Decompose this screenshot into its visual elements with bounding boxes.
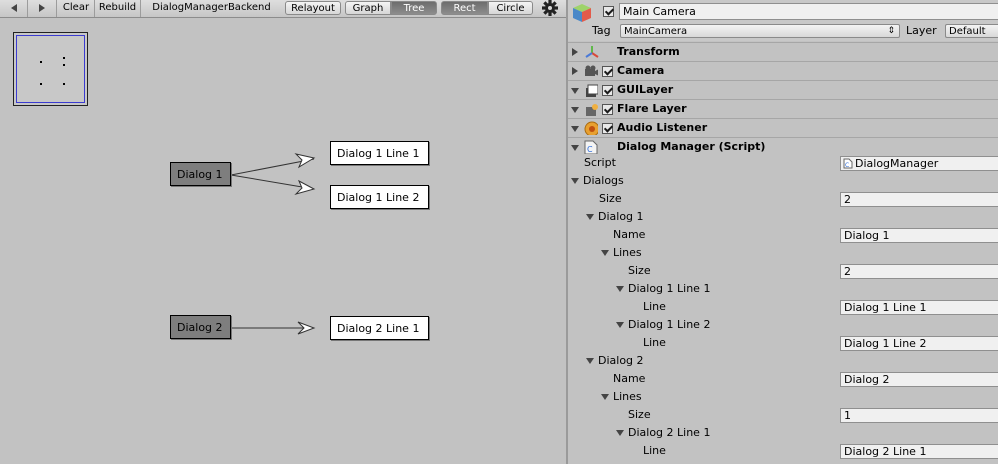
expanded-arrow-icon[interactable] bbox=[571, 145, 579, 151]
script-field[interactable]: C DialogManager bbox=[840, 156, 998, 171]
component-camera[interactable]: Camera bbox=[568, 61, 998, 81]
d1l1-line-field[interactable]: Dialog 1 Line 1 bbox=[840, 300, 998, 315]
component-flare-layer[interactable]: Flare Layer bbox=[568, 99, 998, 119]
d1l2-foldout-icon[interactable] bbox=[616, 322, 624, 328]
svg-text:C: C bbox=[587, 145, 593, 154]
tag-value: MainCamera bbox=[624, 26, 688, 37]
expanded-arrow-icon[interactable] bbox=[571, 126, 579, 132]
collapsed-arrow-icon[interactable] bbox=[572, 48, 578, 56]
dialog1-lines-size-field[interactable]: 2 bbox=[840, 264, 998, 279]
layer-dropdown[interactable]: Default bbox=[945, 24, 998, 38]
dialog2-label[interactable]: Dialog 2 bbox=[598, 352, 644, 370]
inspector-header: Main Camera Tag MainCamera ⇕ Layer Defau… bbox=[568, 0, 998, 41]
flare-layer-icon bbox=[586, 104, 598, 116]
dialog2-lines-foldout-icon[interactable] bbox=[601, 394, 609, 400]
graph-view[interactable]: Clear Rebuild DialogManagerBackend Relay… bbox=[0, 0, 566, 464]
inspector-panel: Main Camera Tag MainCamera ⇕ Layer Defau… bbox=[568, 0, 998, 464]
dialogs-size-label: Size bbox=[599, 192, 622, 205]
dialog1-label[interactable]: Dialog 1 bbox=[598, 208, 644, 226]
dialog1-lines-size-label: Size bbox=[628, 264, 651, 277]
dropdown-arrow-icon: ⇕ bbox=[887, 26, 895, 36]
script-file-icon: C bbox=[843, 158, 853, 169]
component-title: Dialog Manager (Script) bbox=[617, 140, 766, 153]
guilayer-icon bbox=[586, 84, 598, 97]
component-guilayer[interactable]: GUILayer bbox=[568, 80, 998, 100]
svg-text:C: C bbox=[845, 162, 849, 169]
transform-icon bbox=[585, 46, 599, 58]
graph-edges bbox=[230, 153, 316, 335]
audio-listener-icon bbox=[584, 121, 598, 135]
dialogs-label[interactable]: Dialogs bbox=[583, 172, 624, 190]
expanded-arrow-icon[interactable] bbox=[571, 88, 579, 94]
d2l1-line-field[interactable]: Dialog 2 Line 1 bbox=[840, 444, 998, 459]
dialogs-size-field[interactable]: 2 bbox=[840, 192, 998, 207]
d1l1-foldout-icon[interactable] bbox=[616, 286, 624, 292]
gameobject-cube-icon bbox=[573, 4, 591, 22]
dialogs-foldout-icon[interactable] bbox=[571, 178, 579, 184]
enabled-checkbox[interactable] bbox=[602, 123, 613, 134]
node-dialog-2[interactable]: Dialog 2 bbox=[170, 315, 231, 339]
layer-label: Layer bbox=[906, 24, 937, 37]
active-checkbox[interactable] bbox=[603, 6, 614, 17]
script-value: DialogManager bbox=[855, 157, 939, 170]
dialog1-name-field[interactable]: Dialog 1 bbox=[840, 228, 998, 243]
dialog1-lines-label[interactable]: Lines bbox=[613, 244, 642, 262]
script-label: Script bbox=[584, 156, 616, 169]
collapsed-arrow-icon[interactable] bbox=[572, 67, 578, 75]
component-title: Camera bbox=[617, 64, 665, 77]
expanded-arrow-icon[interactable] bbox=[571, 107, 579, 113]
component-audio-listener[interactable]: Audio Listener bbox=[568, 118, 998, 138]
component-title: Audio Listener bbox=[617, 121, 708, 134]
component-title: Transform bbox=[617, 45, 680, 58]
component-transform[interactable]: Transform bbox=[568, 42, 998, 62]
object-name-field[interactable]: Main Camera bbox=[619, 3, 998, 20]
node-dialog-1-line-2[interactable]: Dialog 1 Line 2 bbox=[330, 185, 429, 209]
dialog2-lines-size-label: Size bbox=[628, 408, 651, 421]
d2l1-foldout-icon[interactable] bbox=[616, 430, 624, 436]
node-dialog-2-line-1[interactable]: Dialog 2 Line 1 bbox=[330, 316, 429, 340]
d1l1-line-label: Line bbox=[643, 300, 666, 313]
component-title: GUILayer bbox=[617, 83, 674, 96]
component-dialog-manager-script[interactable]: C Dialog Manager (Script) bbox=[568, 137, 998, 157]
enabled-checkbox[interactable] bbox=[602, 104, 613, 115]
d1l2-line-field[interactable]: Dialog 1 Line 2 bbox=[840, 336, 998, 351]
enabled-checkbox[interactable] bbox=[602, 66, 613, 77]
dialog2-lines-size-field[interactable]: 1 bbox=[840, 408, 998, 423]
d2l1-line-label: Line bbox=[643, 444, 666, 457]
d1l1-label[interactable]: Dialog 1 Line 1 bbox=[628, 280, 710, 298]
component-title: Flare Layer bbox=[617, 102, 687, 115]
tag-dropdown[interactable]: MainCamera ⇕ bbox=[620, 24, 900, 38]
dialog2-name-field[interactable]: Dialog 2 bbox=[840, 372, 998, 387]
camera-icon bbox=[585, 65, 598, 76]
enabled-checkbox[interactable] bbox=[602, 85, 613, 96]
node-dialog-1[interactable]: Dialog 1 bbox=[170, 162, 231, 186]
dialog1-lines-foldout-icon[interactable] bbox=[601, 250, 609, 256]
dialog2-lines-label[interactable]: Lines bbox=[613, 388, 642, 406]
d1l2-line-label: Line bbox=[643, 336, 666, 349]
dialog2-foldout-icon[interactable] bbox=[586, 358, 594, 364]
d2l1-label[interactable]: Dialog 2 Line 1 bbox=[628, 424, 710, 442]
dialog2-name-label: Name bbox=[613, 372, 646, 385]
tag-label: Tag bbox=[592, 24, 611, 37]
node-dialog-1-line-1[interactable]: Dialog 1 Line 1 bbox=[330, 141, 429, 165]
script-file-icon: C bbox=[584, 140, 598, 154]
d1l2-label[interactable]: Dialog 1 Line 2 bbox=[628, 316, 710, 334]
dialog1-foldout-icon[interactable] bbox=[586, 214, 594, 220]
dialog1-name-label: Name bbox=[613, 228, 646, 241]
